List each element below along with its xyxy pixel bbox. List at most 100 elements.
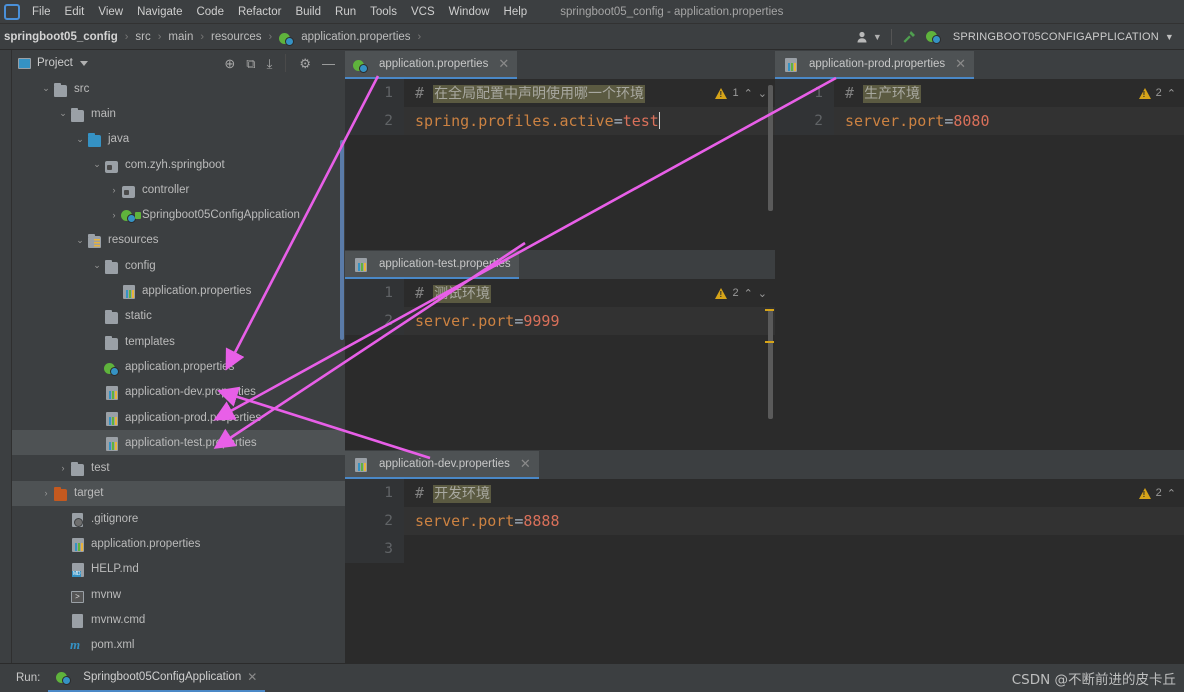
editor-tab-main[interactable]: application.properties ✕ — [345, 51, 518, 79]
tree-item-src[interactable]: ⌄ src — [12, 76, 345, 101]
tree-item-application-prod-properties[interactable]: application-prod.properties — [12, 405, 345, 430]
chevron-down-icon[interactable]: ⌄ — [75, 235, 85, 246]
chevron-right-icon[interactable]: › — [109, 185, 119, 195]
csdn-watermark: CSDN @不断前进的皮卡丘 — [1011, 672, 1176, 688]
chevron-right-icon[interactable]: › — [58, 463, 68, 473]
chevron-up-icon[interactable]: ⌃ — [744, 287, 753, 300]
breadcrumb-src[interactable]: src — [133, 30, 152, 44]
tree-item--gitignore[interactable]: .gitignore — [12, 506, 345, 531]
inspection-marker[interactable] — [765, 341, 774, 343]
code-area-dev[interactable]: 1# 开发环境2server.port=888832⌃ — [345, 479, 1184, 663]
tree-item-application-properties[interactable]: application.properties — [12, 354, 345, 379]
tree-item-static[interactable]: static — [12, 304, 345, 329]
hide-panel-icon[interactable]: — — [322, 57, 335, 70]
close-icon[interactable]: ✕ — [520, 456, 531, 472]
run-configuration-selector[interactable]: SPRINGBOOT05CONFIGAPPLICATION ▼ — [925, 29, 1174, 44]
breadcrumb-resources[interactable]: resources — [209, 30, 264, 44]
tree-item-application-properties[interactable]: application.properties — [12, 278, 345, 303]
menu-help[interactable]: Help — [497, 3, 535, 21]
tree-item-springboot05configapplication[interactable]: › Springboot05ConfigApplication — [12, 202, 345, 227]
breadcrumb-main[interactable]: main — [166, 30, 195, 44]
chevron-down-icon[interactable]: ⌄ — [58, 108, 68, 119]
tree-item-resources[interactable]: ⌄ resources — [12, 228, 345, 253]
tree-item-target[interactable]: › target — [12, 480, 345, 507]
locate-icon[interactable]: ⊕ — [224, 57, 235, 70]
breadcrumb-file[interactable]: application.properties — [299, 30, 412, 44]
menu-view[interactable]: View — [91, 3, 130, 21]
tree-item-main[interactable]: ⌄ main — [12, 101, 345, 126]
editor-scrollbar[interactable] — [768, 85, 773, 211]
menu-refactor[interactable]: Refactor — [231, 3, 288, 21]
inspection-widget-prod[interactable]: 2⌃ — [1138, 79, 1184, 107]
chevron-up-icon[interactable]: ⌃ — [744, 87, 753, 100]
code-area-main[interactable]: 1 # 在全局配置中声明使用哪一个环境 2 spring.profiles.activ… — [345, 79, 775, 254]
project-tree[interactable]: ⌄ src ⌄ main ⌄ java ⌄ com.zyh.springboot › contro… — [12, 76, 345, 663]
code-area-prod[interactable]: 1# 生产环境2server.port=80802⌃ — [775, 79, 1184, 446]
code-area-test[interactable]: 1# 测试环境2server.port=99992⌃⌄ — [345, 279, 775, 450]
tree-item-label: application-prod.properties — [125, 411, 262, 424]
tree-item-mvnw-cmd[interactable]: mvnw.cmd — [12, 607, 345, 632]
code-text[interactable]: spring.profiles.active=test — [404, 107, 775, 135]
tree-item-application-test-properties[interactable]: application-test.properties — [12, 430, 345, 456]
editor-tab-test[interactable]: application-test.properties — [345, 251, 519, 279]
chevron-down-icon[interactable]: ⌄ — [758, 287, 767, 300]
chevron-right-icon[interactable]: › — [41, 488, 51, 498]
code-text[interactable]: # 开发环境 — [404, 479, 1184, 508]
chevron-down-icon[interactable]: ⌄ — [75, 134, 85, 145]
chevron-down-icon[interactable]: ▼ — [1165, 32, 1174, 42]
close-icon[interactable]: ✕ — [955, 56, 966, 72]
collapse-all-icon[interactable]: ⤓ — [267, 57, 273, 70]
menu-build[interactable]: Build — [288, 3, 328, 21]
menu-navigate[interactable]: Navigate — [130, 3, 189, 21]
tree-item-application-dev-properties[interactable]: application-dev.properties — [12, 380, 345, 405]
breadcrumb-project[interactable]: springboot05_config — [2, 30, 120, 44]
settings-gear-icon[interactable]: ⚙ — [299, 57, 311, 70]
menu-edit[interactable]: Edit — [58, 3, 92, 21]
close-icon[interactable]: ✕ — [247, 670, 257, 684]
chevron-down-icon[interactable]: ⌄ — [758, 87, 767, 100]
chevron-down-icon[interactable]: ⌄ — [92, 159, 102, 170]
editor-tab-dev[interactable]: application-dev.properties ✕ — [345, 451, 539, 479]
tree-item-application-properties[interactable]: application.properties — [12, 531, 345, 556]
inspection-widget-main[interactable]: 1 ⌃ ⌄ — [715, 79, 775, 107]
tree-item-templates[interactable]: templates — [12, 329, 345, 354]
tree-item-config[interactable]: ⌄ config — [12, 253, 345, 278]
editor-tab-prod[interactable]: application-prod.properties ✕ — [775, 51, 975, 79]
tree-item-mvnw[interactable]: > mvnw — [12, 582, 345, 607]
tree-item-com-zyh-springboot[interactable]: ⌄ com.zyh.springboot — [12, 152, 345, 177]
chevron-down-icon[interactable]: ⌄ — [41, 83, 51, 94]
warning-count: 2 — [1155, 87, 1162, 99]
chevron-down-icon[interactable] — [79, 60, 88, 66]
chevron-up-icon[interactable]: ⌃ — [1167, 87, 1176, 100]
menu-window[interactable]: Window — [442, 3, 497, 21]
inspection-widget-test[interactable]: 2 ⌃ ⌄ — [715, 279, 775, 307]
code-text[interactable]: server.port=9999 — [404, 307, 775, 335]
chevron-down-icon[interactable]: ⌄ — [92, 260, 102, 271]
run-tab[interactable]: Springboot05ConfigApplication ✕ — [48, 664, 266, 692]
tree-item-label: application-dev.properties — [125, 386, 256, 399]
tree-item-test[interactable]: › test — [12, 455, 345, 480]
project-scrollbar[interactable] — [340, 140, 344, 340]
tree-item-controller[interactable]: › controller — [12, 177, 345, 202]
hammer-icon[interactable] — [901, 29, 917, 45]
user-avatar-icon[interactable]: ▼ — [856, 30, 882, 44]
tree-item-label: main — [91, 107, 116, 120]
inspection-widget-dev[interactable]: 2⌃ — [1138, 479, 1184, 507]
tree-item-java[interactable]: ⌄ java — [12, 127, 345, 152]
close-icon[interactable]: ✕ — [498, 56, 509, 72]
tree-item-help-md[interactable]: HELP.md — [12, 557, 345, 582]
menu-file[interactable]: File — [25, 3, 58, 21]
menu-tools[interactable]: Tools — [363, 3, 404, 21]
expand-all-icon[interactable]: ⧉ — [246, 57, 255, 70]
tree-item-pom-xml[interactable]: m pom.xml — [12, 633, 345, 658]
inspection-marker[interactable] — [765, 309, 774, 311]
code-text[interactable]: # 生产环境 — [834, 79, 1184, 108]
menu-run[interactable]: Run — [328, 3, 363, 21]
menu-code[interactable]: Code — [189, 3, 231, 21]
editor-scrollbar[interactable] — [768, 309, 773, 419]
menu-vcs[interactable]: VCS — [404, 3, 442, 21]
code-text[interactable]: server.port=8888 — [404, 507, 1184, 535]
code-text[interactable]: server.port=8080 — [834, 107, 1184, 135]
chevron-right-icon[interactable]: › — [109, 210, 119, 220]
chevron-up-icon[interactable]: ⌃ — [1167, 487, 1176, 500]
